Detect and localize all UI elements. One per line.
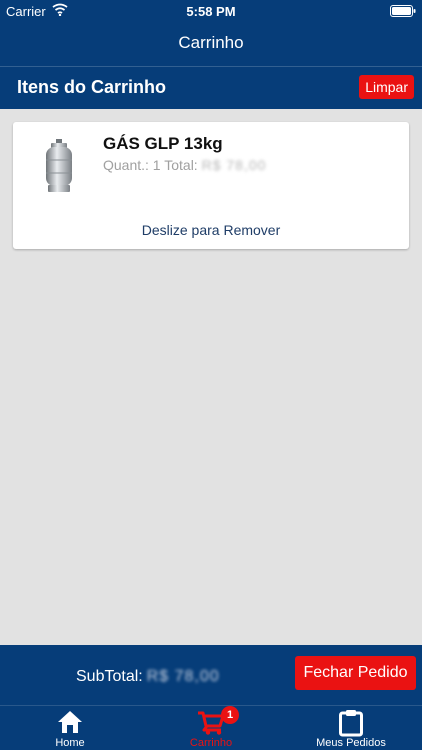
tab-label-home: Home	[55, 737, 85, 749]
page-title: Carrinho	[178, 33, 244, 52]
cart-item-card[interactable]: GÁS GLP 13kg Quant.: 1 Total: R$ 78,00 D…	[13, 122, 409, 249]
status-bar: Carrier 5:58 PM	[0, 0, 422, 22]
bottom-tab-bar: Home 1 Carrinho Meus Pedidos	[0, 705, 422, 750]
header-divider	[0, 66, 422, 67]
subtotal-row: SubTotal: R$ 78,00	[76, 668, 220, 686]
status-time: 5:58 PM	[186, 4, 236, 19]
top-navigation-area: Carrier 5:58 PM Carrinho Itens do Carrin…	[0, 0, 422, 109]
clear-cart-button[interactable]: Limpar	[359, 75, 414, 99]
gas-cylinder-icon	[46, 139, 72, 192]
product-name: GÁS GLP 13kg	[103, 134, 223, 153]
tab-label-my-orders: Meus Pedidos	[316, 737, 386, 749]
swipe-to-remove-hint: Deslize para Remover	[141, 222, 281, 238]
item-total-price: R$ 78,00	[201, 157, 267, 173]
cart-count-badge: 1	[221, 706, 239, 724]
quantity-label: Quant.: 1 Total:	[103, 157, 198, 173]
tab-my-orders[interactable]: Meus Pedidos	[281, 706, 421, 750]
home-icon	[58, 711, 82, 733]
tab-label-cart: Carrinho	[189, 737, 233, 749]
battery-icon	[390, 5, 416, 17]
subtotal-value: R$ 78,00	[146, 668, 220, 685]
checkout-footer: SubTotal: R$ 78,00 Fechar Pedido	[0, 645, 422, 705]
subtotal-label: SubTotal:	[76, 668, 143, 685]
tab-home[interactable]: Home	[0, 706, 140, 750]
tab-cart[interactable]: 1 Carrinho	[141, 706, 281, 750]
clipboard-icon	[339, 710, 363, 737]
product-quantity-total: Quant.: 1 Total: R$ 78,00	[103, 157, 266, 173]
close-order-button[interactable]: Fechar Pedido	[295, 656, 416, 690]
cart-section-title: Itens do Carrinho	[17, 77, 167, 97]
